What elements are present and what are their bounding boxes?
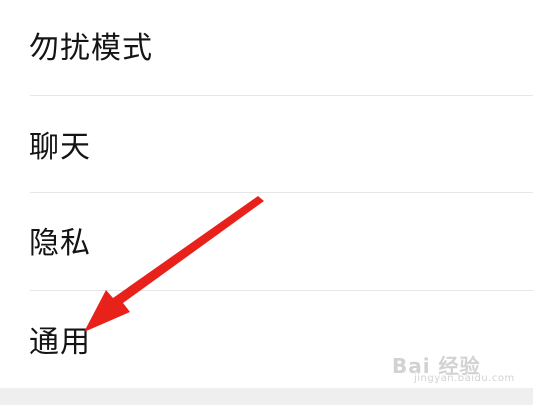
settings-item-label: 隐私 (29, 226, 91, 261)
settings-item-chat[interactable]: 聊天 (0, 96, 533, 192)
settings-item-do-not-disturb[interactable]: 勿扰模式 (0, 0, 533, 96)
settings-item-label: 通用 (29, 325, 91, 360)
settings-item-privacy[interactable]: 隐私 (0, 193, 533, 289)
settings-item-general[interactable]: 通用 (0, 291, 533, 387)
section-gap (0, 388, 533, 405)
settings-item-label: 聊天 (29, 130, 91, 165)
settings-item-label: 勿扰模式 (29, 31, 153, 66)
settings-list: 勿扰模式 聊天 隐私 通用 (0, 0, 533, 388)
